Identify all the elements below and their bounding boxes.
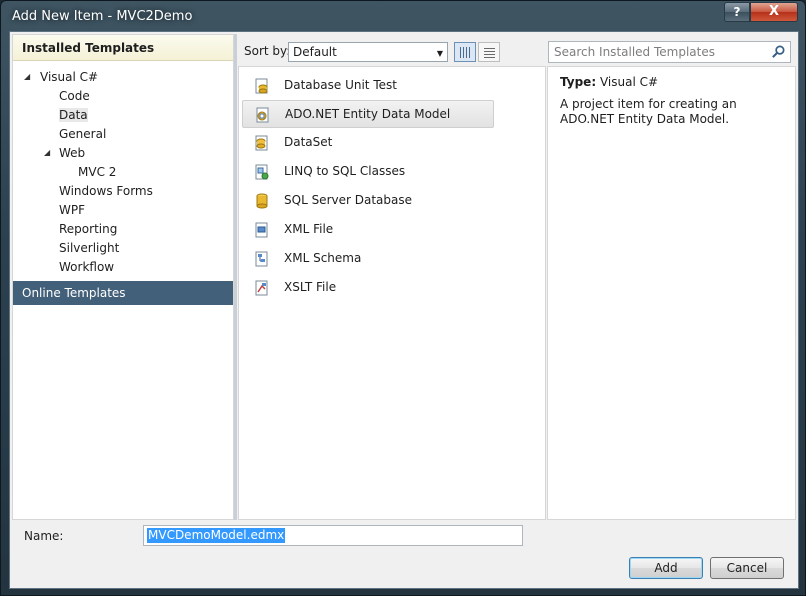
type-label: Type: — [560, 75, 597, 89]
cancel-button[interactable]: Cancel — [710, 557, 784, 579]
dropdown-arrow-icon: ▼ — [436, 49, 443, 58]
dialog-body: Installed Templates ◢ Visual C# Code Dat… — [9, 31, 799, 589]
search-templates-input[interactable]: Search Installed Templates — [548, 41, 791, 63]
template-item[interactable]: XSLT File — [242, 274, 494, 302]
sort-by-value: Default — [293, 45, 337, 59]
name-label: Name: — [24, 529, 64, 543]
template-info-pane: Type: Visual C# A project item for creat… — [547, 66, 796, 520]
sql-database-icon — [256, 193, 268, 209]
template-label: DataSet — [284, 135, 333, 149]
expanded-arrow-icon[interactable]: ◢ — [44, 148, 50, 157]
template-label: XSLT File — [284, 280, 337, 294]
add-button[interactable]: Add — [629, 557, 703, 579]
title-bar[interactable]: Add New Item - MVC2Demo ? X — [1, 1, 805, 31]
category-tree: ◢ Visual C# Code Data General ◢ Web MVC … — [13, 61, 233, 281]
entity-model-icon — [256, 107, 269, 123]
tree-item-reporting[interactable]: Reporting — [59, 220, 117, 239]
name-field[interactable]: MVCDemoModel.edmx — [143, 525, 523, 546]
tree-item-workflow[interactable]: Workflow — [59, 258, 114, 277]
tree-item-general[interactable]: General — [59, 125, 106, 144]
template-label: SQL Server Database — [284, 193, 412, 207]
dialog-footer: Name: MVCDemoModel.edmx Add Cancel — [10, 521, 798, 588]
template-list: Database Unit Test ADO.NET Entity Data M… — [238, 66, 546, 520]
template-label: XML Schema — [284, 251, 362, 265]
template-label: Database Unit Test — [284, 78, 397, 92]
template-description: A project item for creating an ADO.NET E… — [560, 97, 737, 126]
xslt-file-icon — [255, 280, 268, 296]
window-title: Add New Item - MVC2Demo — [12, 9, 193, 24]
sort-by-dropdown[interactable]: Default ▼ — [288, 42, 448, 62]
tree-item-wpf[interactable]: WPF — [59, 201, 85, 220]
tree-item-web[interactable]: Web — [59, 144, 85, 163]
template-item-selected[interactable]: ADO.NET Entity Data Model — [242, 100, 494, 128]
template-item[interactable]: Database Unit Test — [242, 72, 494, 100]
name-value: MVCDemoModel.edmx — [147, 528, 286, 543]
xml-file-icon — [255, 222, 268, 238]
search-icon[interactable] — [771, 44, 786, 59]
template-item[interactable]: DataSet — [242, 129, 494, 157]
dataset-icon — [255, 135, 268, 151]
template-item[interactable]: XML File — [242, 216, 494, 244]
dialog-window: Add New Item - MVC2Demo ? X Installed Te… — [0, 0, 806, 596]
template-label: LINQ to SQL Classes — [284, 164, 406, 178]
tree-item-silverlight[interactable]: Silverlight — [59, 239, 119, 258]
template-toolbar: Sort by: Default ▼ Search Installed Temp… — [238, 34, 794, 63]
template-categories-pane: Installed Templates ◢ Visual C# Code Dat… — [12, 34, 234, 520]
sort-by-label: Sort by: — [244, 44, 291, 58]
expanded-arrow-icon[interactable]: ◢ — [24, 72, 30, 81]
type-value: Visual C# — [599, 75, 659, 89]
template-label: XML File — [284, 222, 334, 236]
tree-item-data[interactable]: Data — [59, 106, 88, 125]
pane-splitter[interactable] — [234, 34, 237, 520]
template-item[interactable]: SQL Server Database — [242, 187, 494, 215]
database-unit-test-icon — [255, 78, 268, 94]
template-type: Type: Visual C# — [560, 75, 658, 89]
template-item[interactable]: XML Schema — [242, 245, 494, 273]
installed-templates-header[interactable]: Installed Templates — [13, 35, 233, 61]
tree-item-mvc2[interactable]: MVC 2 — [78, 163, 116, 182]
tree-item-visual-csharp[interactable]: Visual C# — [40, 68, 98, 87]
tree-item-code[interactable]: Code — [59, 87, 90, 106]
close-button[interactable]: X — [750, 2, 798, 22]
medium-icons-view-button[interactable] — [454, 42, 476, 62]
template-label: ADO.NET Entity Data Model — [285, 107, 451, 121]
help-button[interactable]: ? — [724, 2, 750, 22]
details-view-button[interactable] — [478, 42, 500, 62]
template-item[interactable]: LINQ to SQL Classes — [242, 158, 494, 186]
details-view-icon — [484, 47, 495, 58]
linq-icon — [255, 164, 269, 180]
search-placeholder: Search Installed Templates — [554, 45, 715, 59]
xml-schema-icon — [255, 251, 268, 267]
tree-item-windows-forms[interactable]: Windows Forms — [59, 182, 153, 201]
online-templates-header[interactable]: Online Templates — [13, 281, 233, 305]
list-view-icon — [460, 47, 471, 58]
